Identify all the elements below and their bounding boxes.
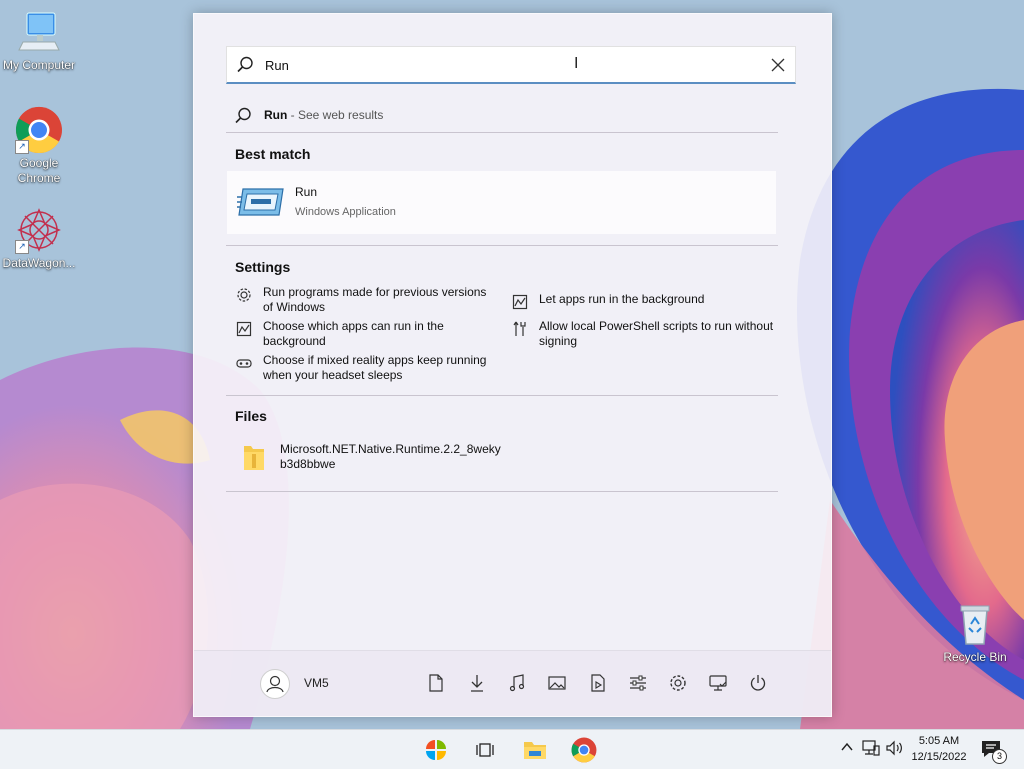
network-tray-icon[interactable] [862, 740, 880, 761]
clock-date: 12/15/2022 [911, 751, 967, 763]
music-button[interactable] [504, 670, 530, 696]
settings-item-label: Choose if mixed reality apps keep runnin… [263, 353, 487, 382]
chart-icon [236, 321, 252, 341]
folder-icon [244, 446, 264, 470]
personalization-button[interactable] [625, 670, 651, 696]
desktop-icon-label: My Computer [2, 58, 76, 72]
settings-item-label: Choose which apps can run in the backgro… [263, 319, 444, 348]
chrome-icon: ↗ [15, 106, 63, 154]
search-input[interactable] [265, 55, 745, 75]
settings-sliders-icon [630, 675, 646, 691]
documents-icon [429, 674, 443, 692]
settings-heading: Settings [235, 259, 291, 275]
web-search-suffix: - See web results [287, 108, 384, 122]
settings-button[interactable] [665, 670, 691, 696]
chevron-up-icon[interactable] [840, 740, 854, 759]
files-heading: Files [235, 408, 267, 424]
divider [226, 395, 778, 396]
search-icon [234, 107, 252, 128]
file-explorer-icon [524, 742, 546, 759]
avatar [260, 669, 290, 699]
notification-count-badge: 3 [992, 749, 1007, 764]
file-explorer-button[interactable] [520, 735, 550, 765]
file-result[interactable]: Microsoft.NET.Native.Runtime.2.2_8weky b… [242, 442, 542, 478]
search-panel: I Run - See web results Best match Run W… [193, 13, 832, 717]
recycle-bin-icon [951, 600, 999, 648]
start-icon [426, 740, 446, 760]
best-match-heading: Best match [235, 146, 311, 162]
settings-item-label: Run programs made for previous versions … [263, 285, 487, 314]
desktop-icon-label: Google Chrome [17, 156, 61, 185]
desktop-icon-my-computer[interactable]: My Computer [1, 8, 77, 73]
desktop-icon-label: Recycle Bin [943, 650, 1007, 664]
divider [226, 132, 778, 133]
desktop-icon-recycle-bin[interactable]: Recycle Bin [937, 600, 1013, 665]
documents-button[interactable] [423, 670, 449, 696]
downloads-icon [471, 675, 483, 692]
desktop-icon-google-chrome[interactable]: ↗ Google Chrome [1, 106, 77, 186]
task-view-button[interactable] [470, 735, 500, 765]
close-icon[interactable] [771, 58, 785, 77]
best-match-name: Run [295, 185, 318, 199]
best-match-type: Windows Application [295, 206, 396, 218]
taskbar-clock[interactable]: 5:05 AM 12/15/2022 [911, 733, 967, 765]
pictures-icon [548, 676, 566, 690]
text-cursor-icon: I [574, 55, 579, 72]
settings-item-label: Let apps run in the background [539, 292, 705, 306]
file-name-line2: b3d8bbwe [280, 457, 336, 471]
computer-icon [15, 8, 63, 56]
gear-icon [236, 287, 252, 307]
taskbar: 5:05 AM 12/15/2022 3 [0, 729, 1024, 769]
divider [226, 491, 778, 492]
best-match-result[interactable]: Run Windows Application [227, 171, 776, 234]
videos-button[interactable] [585, 670, 611, 696]
task-view-icon [476, 743, 494, 757]
downloads-button[interactable] [464, 670, 490, 696]
gear-icon [670, 675, 686, 691]
volume-icon[interactable] [885, 740, 903, 761]
videos-icon [591, 674, 605, 692]
headset-icon [236, 355, 252, 375]
network-icon [709, 675, 727, 691]
settings-item-label: Allow local PowerShell scripts to run wi… [539, 319, 774, 348]
pictures-button[interactable] [544, 670, 570, 696]
search-box[interactable]: I [226, 46, 796, 84]
file-name-line1: Microsoft.NET.Native.Runtime.2.2_8weky [280, 442, 501, 456]
music-icon [509, 674, 525, 692]
search-icon [236, 56, 254, 79]
shortcut-arrow-icon: ↗ [15, 140, 29, 154]
desktop-icon-label: DataWagon... [2, 256, 76, 270]
notification-center-button[interactable]: 3 [980, 738, 1007, 764]
power-icon [750, 675, 766, 691]
datawagon-icon: ↗ [15, 206, 63, 254]
chart-icon [512, 294, 528, 314]
chrome-icon [571, 737, 597, 763]
web-search-query: Run [264, 108, 288, 122]
desktop-icon-datawagon[interactable]: ↗ DataWagon... [1, 206, 77, 271]
chrome-taskbar-button[interactable] [569, 735, 599, 765]
power-button[interactable] [745, 670, 771, 696]
shortcut-arrow-icon: ↗ [15, 240, 29, 254]
run-app-icon [237, 188, 284, 216]
start-button[interactable] [421, 735, 451, 765]
clock-time: 5:05 AM [918, 735, 960, 747]
network-button[interactable] [705, 670, 731, 696]
user-name: VM5 [304, 676, 329, 690]
tools-icon [512, 321, 528, 341]
divider [226, 245, 778, 246]
